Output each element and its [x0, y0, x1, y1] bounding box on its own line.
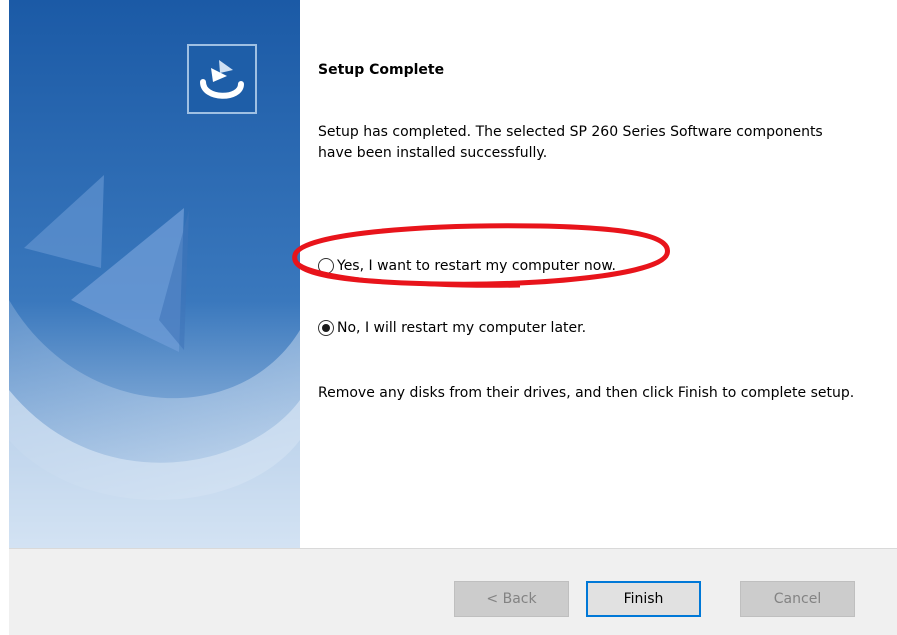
finish-instruction: Remove any disks from their drives, and …: [318, 385, 855, 401]
installer-logo-icon: [187, 44, 257, 114]
restart-now-label[interactable]: Yes, I want to restart my computer now.: [337, 258, 616, 274]
installer-side-banner: [9, 0, 300, 548]
restart-later-label[interactable]: No, I will restart my computer later.: [337, 320, 586, 336]
cancel-button[interactable]: Cancel: [740, 581, 855, 617]
restart-later-radio[interactable]: [318, 320, 334, 336]
restart-now-radio[interactable]: [318, 258, 334, 274]
completion-message: Setup has completed. The selected SP 260…: [318, 124, 823, 161]
back-button[interactable]: < Back: [454, 581, 569, 617]
restart-later-option[interactable]: No, I will restart my computer later.: [318, 320, 586, 336]
button-bar: < Back Finish Cancel: [9, 549, 897, 635]
finish-button[interactable]: Finish: [586, 581, 701, 617]
page-title: Setup Complete: [318, 62, 445, 78]
restart-now-option[interactable]: Yes, I want to restart my computer now.: [318, 258, 616, 274]
